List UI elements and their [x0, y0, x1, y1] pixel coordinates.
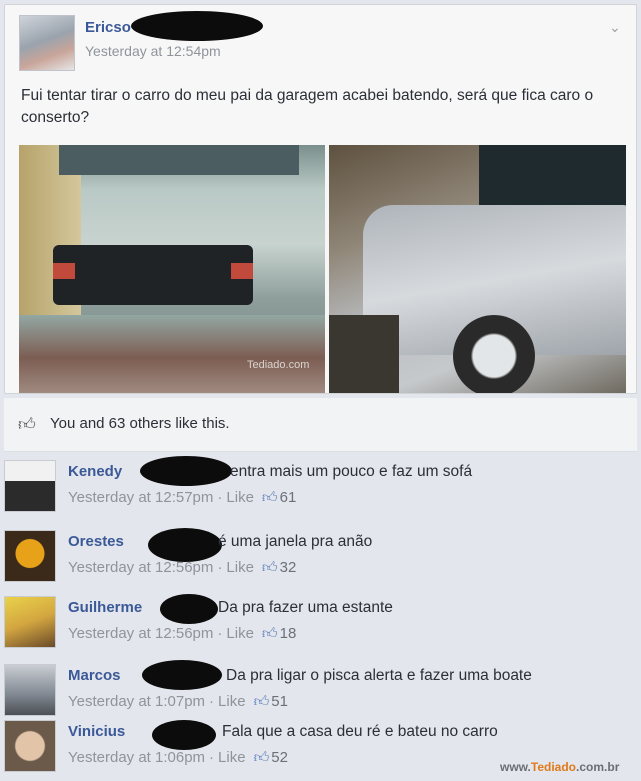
commenter-avatar[interactable] [4, 460, 56, 512]
likes-text[interactable]: You and 63 others like this. [50, 415, 230, 432]
comment-meta: Yesterday at 12:57pm · Like 👍︎ 61 [68, 489, 297, 506]
post-timestamp[interactable]: Yesterday at 12:54pm [85, 43, 221, 59]
comment-like-count[interactable]: 52 [271, 749, 288, 766]
comment-like-count[interactable]: 51 [271, 693, 288, 710]
commenter-name[interactable]: Guilherme [68, 599, 142, 616]
commenter-name[interactable]: Kenedy [68, 463, 122, 480]
thumbs-up-icon[interactable]: 👍︎ [18, 414, 36, 435]
photo-watermark: Tediado.com [247, 359, 310, 371]
comment-timestamp[interactable]: Yesterday at 1:06pm [68, 749, 205, 766]
commenter-avatar[interactable] [4, 664, 56, 716]
post-text: Fui tentar tirar o carro do meu pai da g… [21, 87, 594, 126]
comment-like-link[interactable]: Like [226, 625, 254, 642]
thumbs-up-icon: 👍︎ [261, 625, 278, 642]
comment-like-count[interactable]: 61 [280, 489, 297, 506]
comment-like-link[interactable]: Like [218, 749, 246, 766]
commenter-name[interactable]: Orestes [68, 533, 124, 550]
site-watermark: www.Tediado.com.br [500, 760, 620, 774]
comment: Kenedy entra mais um pouco e faz um sofá… [4, 456, 637, 520]
comment-timestamp[interactable]: Yesterday at 12:56pm [68, 559, 213, 576]
commenter-avatar[interactable] [4, 720, 56, 772]
commenter-avatar[interactable] [4, 596, 56, 648]
comment-meta: Yesterday at 1:06pm · Like 👍︎ 52 [68, 749, 288, 766]
comment-timestamp[interactable]: Yesterday at 12:56pm [68, 625, 213, 642]
comment-like-count[interactable]: 32 [280, 559, 297, 576]
comment-like-link[interactable]: Like [226, 559, 254, 576]
comment: Orestes é uma janela pra anão Yesterday … [4, 526, 637, 590]
comment-text: Da pra ligar o pisca alerta e fazer uma … [226, 667, 532, 684]
redaction-scribble [142, 660, 222, 690]
commenter-name[interactable]: Marcos [68, 667, 121, 684]
redaction-scribble [131, 11, 263, 41]
comment-text: Da pra fazer uma estante [218, 599, 393, 616]
comment-text: Fala que a casa deu ré e bateu no carro [222, 723, 498, 740]
likes-summary: 👍︎ You and 63 others like this. [4, 398, 637, 452]
author-avatar[interactable] [19, 15, 75, 71]
comment-like-link[interactable]: Like [218, 693, 246, 710]
post-photo-car-exterior[interactable] [329, 145, 626, 393]
comment-text: é uma janela pra anão [218, 533, 373, 550]
comment-timestamp[interactable]: Yesterday at 12:57pm [68, 489, 213, 506]
post-card: Ericso Yesterday at 12:54pm ⌄ Fui tentar… [4, 4, 637, 394]
comment-meta: Yesterday at 1:07pm · Like 👍︎ 51 [68, 693, 288, 710]
comment-timestamp[interactable]: Yesterday at 1:07pm [68, 693, 205, 710]
post-photo-garage-interior[interactable]: Tediado.com [19, 145, 325, 393]
commenter-name[interactable]: Vinicius [68, 723, 125, 740]
comment-text: entra mais um pouco e faz um sofá [230, 463, 473, 480]
chevron-down-icon[interactable]: ⌄ [609, 19, 621, 36]
comment-like-link[interactable]: Like [226, 489, 254, 506]
redaction-scribble [140, 456, 232, 486]
redaction-scribble [152, 720, 216, 750]
thumbs-up-icon: 👍︎ [253, 749, 270, 766]
commenter-avatar[interactable] [4, 530, 56, 582]
author-name[interactable]: Ericso [85, 19, 131, 36]
thumbs-up-icon: 👍︎ [261, 489, 278, 506]
redaction-scribble [160, 594, 218, 624]
comment: Marcos Da pra ligar o pisca alerta e faz… [4, 660, 637, 724]
comment: Guilherme Da pra fazer uma estante Yeste… [4, 592, 637, 656]
comment-meta: Yesterday at 12:56pm · Like 👍︎ 32 [68, 559, 297, 576]
redaction-scribble [148, 528, 222, 562]
comment-meta: Yesterday at 12:56pm · Like 👍︎ 18 [68, 625, 297, 642]
thumbs-up-icon: 👍︎ [253, 693, 270, 710]
thumbs-up-icon: 👍︎ [261, 559, 278, 576]
comment-like-count[interactable]: 18 [280, 625, 297, 642]
